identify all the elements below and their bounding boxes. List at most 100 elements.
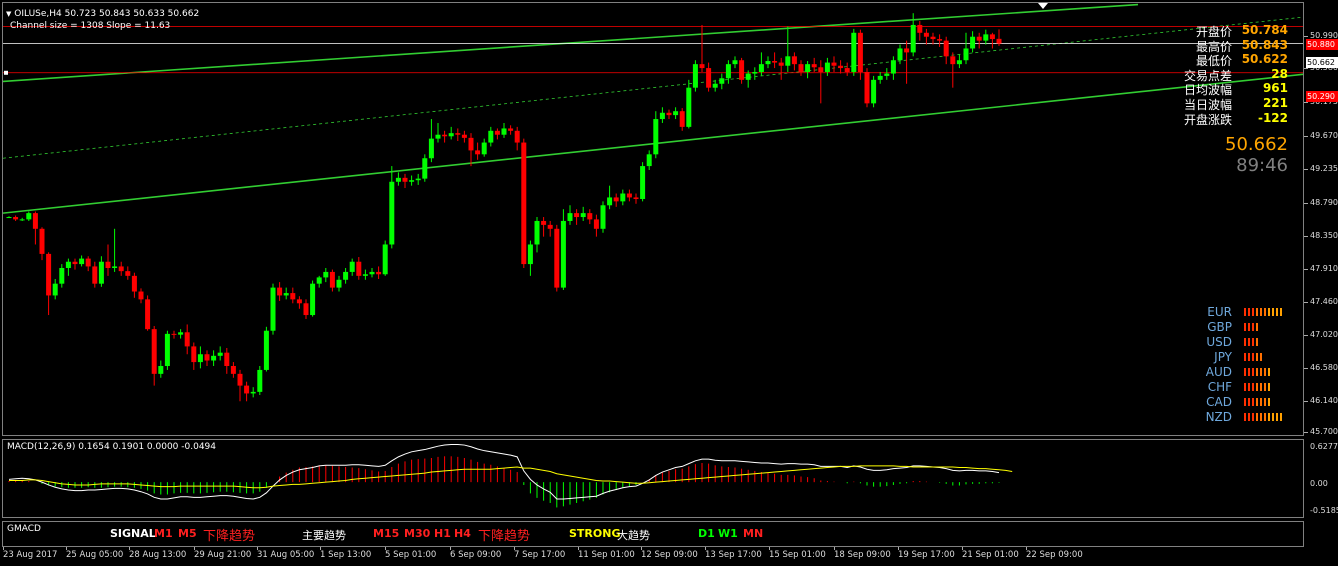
price-axis-tick: 46.140	[1310, 396, 1338, 405]
candle-body	[481, 142, 487, 155]
currency-name: CAD	[1206, 395, 1232, 409]
currency-name: GBP	[1207, 320, 1232, 334]
symbol-info: OILUSe,H4 50.723 50.843 50.633 50.662	[14, 9, 200, 19]
candle-body	[329, 271, 335, 288]
strength-bar-segment	[1248, 368, 1250, 376]
axis-tick-mark	[1304, 302, 1308, 303]
chart-shift-marker-icon[interactable]	[1038, 3, 1048, 9]
candle-body	[772, 61, 778, 63]
currency-name: NZD	[1205, 410, 1232, 424]
price-chart-pane[interactable]	[2, 2, 1304, 436]
axis-tick-mark	[769, 547, 770, 550]
axis-tick-mark	[257, 547, 258, 550]
strength-bar-segment	[1252, 353, 1254, 361]
candle-body	[138, 291, 144, 300]
axis-tick-mark	[898, 547, 899, 550]
short-trend-text: 下降趋势	[203, 529, 256, 544]
candle-body	[844, 68, 850, 72]
time-axis-tick: 13 Sep 17:00	[705, 550, 762, 560]
candle-body	[46, 253, 52, 296]
strength-bar-segment	[1256, 383, 1258, 391]
price-axis-tick: 49.670	[1310, 131, 1338, 140]
time-axis-tick: 12 Sep 09:00	[641, 550, 698, 560]
candle-body	[521, 142, 527, 265]
strength-bar-segment	[1252, 323, 1254, 331]
strength-bar-segment	[1244, 383, 1246, 391]
axis-tick-mark	[1304, 432, 1308, 433]
strength-bar-segment	[1256, 338, 1258, 346]
candle-body	[85, 258, 91, 267]
trading-chart-window[interactable]: ▼ OILUSe,H4 50.723 50.843 50.633 50.662 …	[0, 0, 1338, 566]
strength-bar-segment	[1280, 413, 1282, 421]
candle-body	[178, 332, 184, 335]
candle-body	[362, 274, 368, 276]
candle-body	[376, 271, 382, 275]
candle-body	[428, 138, 434, 159]
candle-body	[725, 64, 731, 79]
currency-name: JPY	[1214, 350, 1232, 364]
candle-body	[105, 261, 111, 269]
candle-body	[917, 24, 923, 33]
axis-tick-mark	[1304, 335, 1308, 336]
candle-body	[79, 258, 85, 265]
signal-strong: STRONG	[569, 527, 621, 540]
candle-body	[930, 36, 936, 40]
candle-body	[508, 128, 514, 131]
signal-d1: D1	[698, 527, 715, 540]
candle-body	[435, 134, 441, 139]
candle-body	[389, 181, 395, 245]
price-axis-tick: 47.910	[1310, 264, 1338, 273]
strength-bar-segment	[1280, 308, 1282, 316]
candle-body	[956, 60, 962, 65]
candle-body	[263, 330, 269, 370]
candle-body	[356, 261, 362, 276]
candle-body	[626, 193, 632, 198]
axis-tick-mark	[194, 547, 195, 550]
currency-name: AUD	[1205, 365, 1232, 379]
time-axis-tick: 25 Aug 05:00	[66, 550, 124, 560]
macd-axis-tick: 0.6277	[1310, 442, 1338, 451]
strength-bar-segment	[1260, 398, 1262, 406]
strength-bar-segment	[1268, 368, 1270, 376]
candle-body	[620, 193, 626, 202]
price-tag: 50.880	[1306, 39, 1338, 50]
candle-body	[283, 293, 289, 296]
candle-body	[851, 32, 857, 72]
candle-body	[838, 65, 844, 69]
candle-body	[587, 213, 593, 220]
candle-body	[739, 60, 745, 80]
candle-body	[943, 40, 949, 57]
strength-bar-segment	[1272, 413, 1274, 421]
currency-name: CHF	[1207, 380, 1232, 394]
chart-menu-arrow-icon[interactable]: ▼	[6, 10, 11, 18]
candle-body	[580, 213, 586, 218]
candle-body	[277, 287, 283, 296]
candle-body	[19, 219, 25, 221]
candle-body	[455, 133, 461, 135]
axis-tick-mark	[834, 547, 835, 550]
strength-bar-segment	[1260, 308, 1262, 316]
strength-bar-segment	[1248, 383, 1250, 391]
info-value: 221	[1262, 96, 1288, 110]
candle-body	[554, 228, 560, 288]
candle-body	[72, 261, 78, 265]
candle-body	[686, 87, 692, 127]
candle-body	[197, 354, 203, 363]
mid-trend-text: 下降趋势	[478, 529, 531, 544]
candlestick-chart[interactable]	[3, 3, 1303, 435]
strength-bar-segment	[1248, 308, 1250, 316]
axis-tick-mark	[962, 547, 963, 550]
candle-body	[824, 62, 830, 72]
axis-tick-mark	[129, 547, 130, 550]
candle-body	[290, 293, 296, 300]
signal-m5: M5	[178, 527, 197, 540]
strength-bar-segment	[1256, 353, 1258, 361]
bar-countdown-timer: 89:46	[1236, 155, 1288, 176]
candle-body	[541, 220, 547, 225]
candle-body	[323, 271, 329, 278]
signal-h4: H4	[454, 527, 471, 540]
strength-bar-segment	[1260, 383, 1262, 391]
candle-body	[765, 61, 771, 65]
candle-body	[950, 56, 956, 65]
gmacd-pane[interactable]	[2, 521, 1304, 547]
